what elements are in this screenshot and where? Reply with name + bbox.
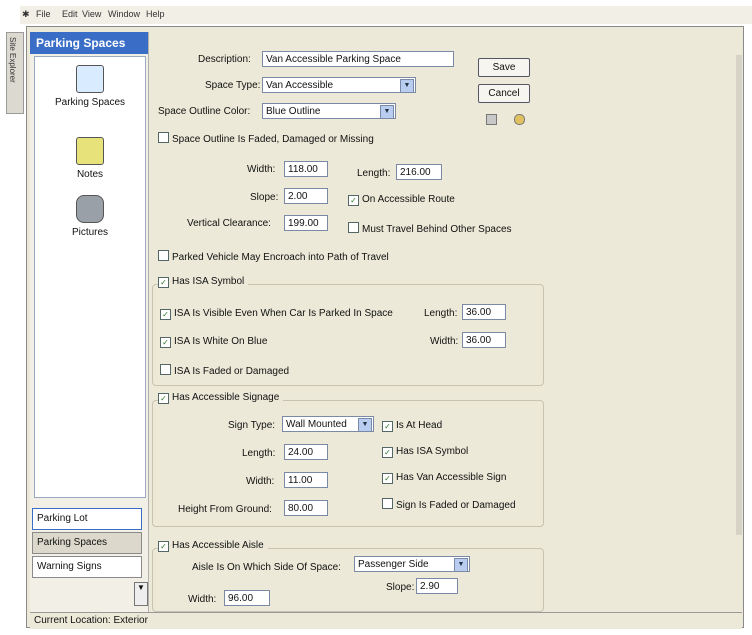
outline-color-label: Space Outline Color: [158,106,251,117]
lock-icon[interactable] [514,114,525,125]
chevron-down-icon: ▼ [400,79,414,93]
menu-view[interactable]: View [82,9,101,19]
camera-icon [76,195,104,223]
isa-visible-checkbox[interactable]: ✓ ISA Is Visible Even When Car Is Parked … [160,308,393,320]
clearance-field[interactable]: 199.00 [284,215,328,231]
checkbox: ✓ [382,473,393,484]
isa-length-label: Length: [424,308,458,319]
app-icon: ✱ [22,9,30,19]
slope-field[interactable]: 2.00 [284,188,328,204]
slope-label: Slope: [250,192,279,203]
left-pane-header: Parking Spaces [30,32,148,54]
menu-file[interactable]: File [36,9,51,19]
encroach-checkbox[interactable]: Parked Vehicle May Encroach into Path of… [158,250,389,263]
checkbox [348,222,359,233]
sign-width-field[interactable]: 11.00 [284,472,328,488]
checkbox [382,498,393,509]
length-label: Length: [357,168,391,179]
on-route-checkbox[interactable]: ✓ On Accessible Route [348,194,455,206]
isa-length-field[interactable]: 36.00 [462,304,506,320]
bottom-nav-parking-spaces[interactable]: Parking Spaces [32,532,142,554]
sign-length-field[interactable]: 24.00 [284,444,328,460]
sign-length-label: Length: [242,448,276,459]
description-field[interactable]: Van Accessible Parking Space [262,51,454,67]
length-field[interactable]: 216.00 [396,164,442,180]
sign-faded-checkbox[interactable]: Sign Is Faded or Damaged [382,498,516,511]
nav-notes[interactable]: Notes [45,137,135,180]
menu-window[interactable]: Window [108,9,140,19]
sign-width-label: Width: [246,476,275,487]
chevron-down-icon: ▼ [358,418,372,432]
aisle-slope-field[interactable]: 2.90 [416,578,458,594]
checkbox: ✓ [158,393,169,404]
menu-bar: ✱ File Edit View Window Help [20,6,752,24]
outline-faded-checkbox[interactable]: Space Outline Is Faded, Damaged or Missi… [158,132,374,145]
has-isa-checkbox[interactable]: ✓ Has ISA Symbol [158,276,249,288]
menu-help[interactable]: Help [146,9,165,19]
isa-white-blue-checkbox[interactable]: ✓ ISA Is White On Blue [160,336,267,348]
van-sign-checkbox[interactable]: ✓ Has Van Accessible Sign [382,472,506,484]
at-head-checkbox[interactable]: ✓ Is At Head [382,420,442,432]
form-scrollbar[interactable] [736,55,742,535]
sign-height-field[interactable]: 80.00 [284,500,328,516]
nav-scroll-down[interactable]: ▼ [134,582,148,606]
clearance-label: Vertical Clearance: [187,218,271,229]
checkbox: ✓ [382,421,393,432]
print-icon[interactable] [486,114,497,125]
isa-faded-checkbox[interactable]: ISA Is Faded or Damaged [160,364,289,377]
outline-color-select[interactable]: Blue Outline ▼ [262,103,396,119]
width-field[interactable]: 118.00 [284,161,328,177]
aisle-slope-label: Slope: [386,582,415,593]
aisle-side-label: Aisle Is On Which Side Of Space: [192,562,341,573]
checkbox [158,132,169,143]
checkbox: ✓ [158,277,169,288]
notes-icon [76,137,104,165]
checkbox: ✓ [382,447,393,458]
aisle-width-label: Width: [188,594,217,605]
site-explorer-tab[interactable]: Site Explorer [6,32,24,114]
document-edit-icon [76,65,104,93]
travel-behind-checkbox[interactable]: Must Travel Behind Other Spaces [348,222,512,235]
bottom-nav-parking-lot[interactable]: Parking Lot [32,508,142,530]
sign-has-isa-checkbox[interactable]: ✓ Has ISA Symbol [382,446,468,458]
nav-pictures[interactable]: Pictures [45,195,135,238]
bottom-nav-warning-signs[interactable]: Warning Signs [32,556,142,578]
checkbox [160,364,171,375]
sign-type-label: Sign Type: [228,420,276,431]
isa-width-label: Width: [430,336,459,347]
checkbox: ✓ [158,541,169,552]
has-aisle-checkbox[interactable]: ✓ Has Accessible Aisle [158,540,268,552]
menu-edit[interactable]: Edit [62,9,78,19]
aisle-side-select[interactable]: Passenger Side ▼ [354,556,470,572]
checkbox [158,250,169,261]
nav-icon-area: Parking Spaces Notes Pictures [34,56,146,498]
space-type-label: Space Type: [205,80,261,91]
checkbox: ✓ [348,195,359,206]
save-button[interactable]: Save [478,58,530,77]
sign-type-select[interactable]: Wall Mounted ▼ [282,416,374,432]
chevron-down-icon: ▼ [454,558,468,572]
nav-parking-spaces[interactable]: Parking Spaces [45,65,135,108]
description-label: Description: [198,54,251,65]
checkbox: ✓ [160,337,171,348]
aisle-width-field[interactable]: 96.00 [224,590,270,606]
width-label: Width: [247,164,276,175]
space-type-select[interactable]: Van Accessible ▼ [262,77,416,93]
checkbox: ✓ [160,309,171,320]
chevron-down-icon: ▼ [380,105,394,119]
sign-height-label: Height From Ground: [178,504,272,515]
isa-width-field[interactable]: 36.00 [462,332,506,348]
has-signage-checkbox[interactable]: ✓ Has Accessible Signage [158,392,284,404]
cancel-button[interactable]: Cancel [478,84,530,103]
status-bar: Current Location: Exterior [30,612,742,629]
